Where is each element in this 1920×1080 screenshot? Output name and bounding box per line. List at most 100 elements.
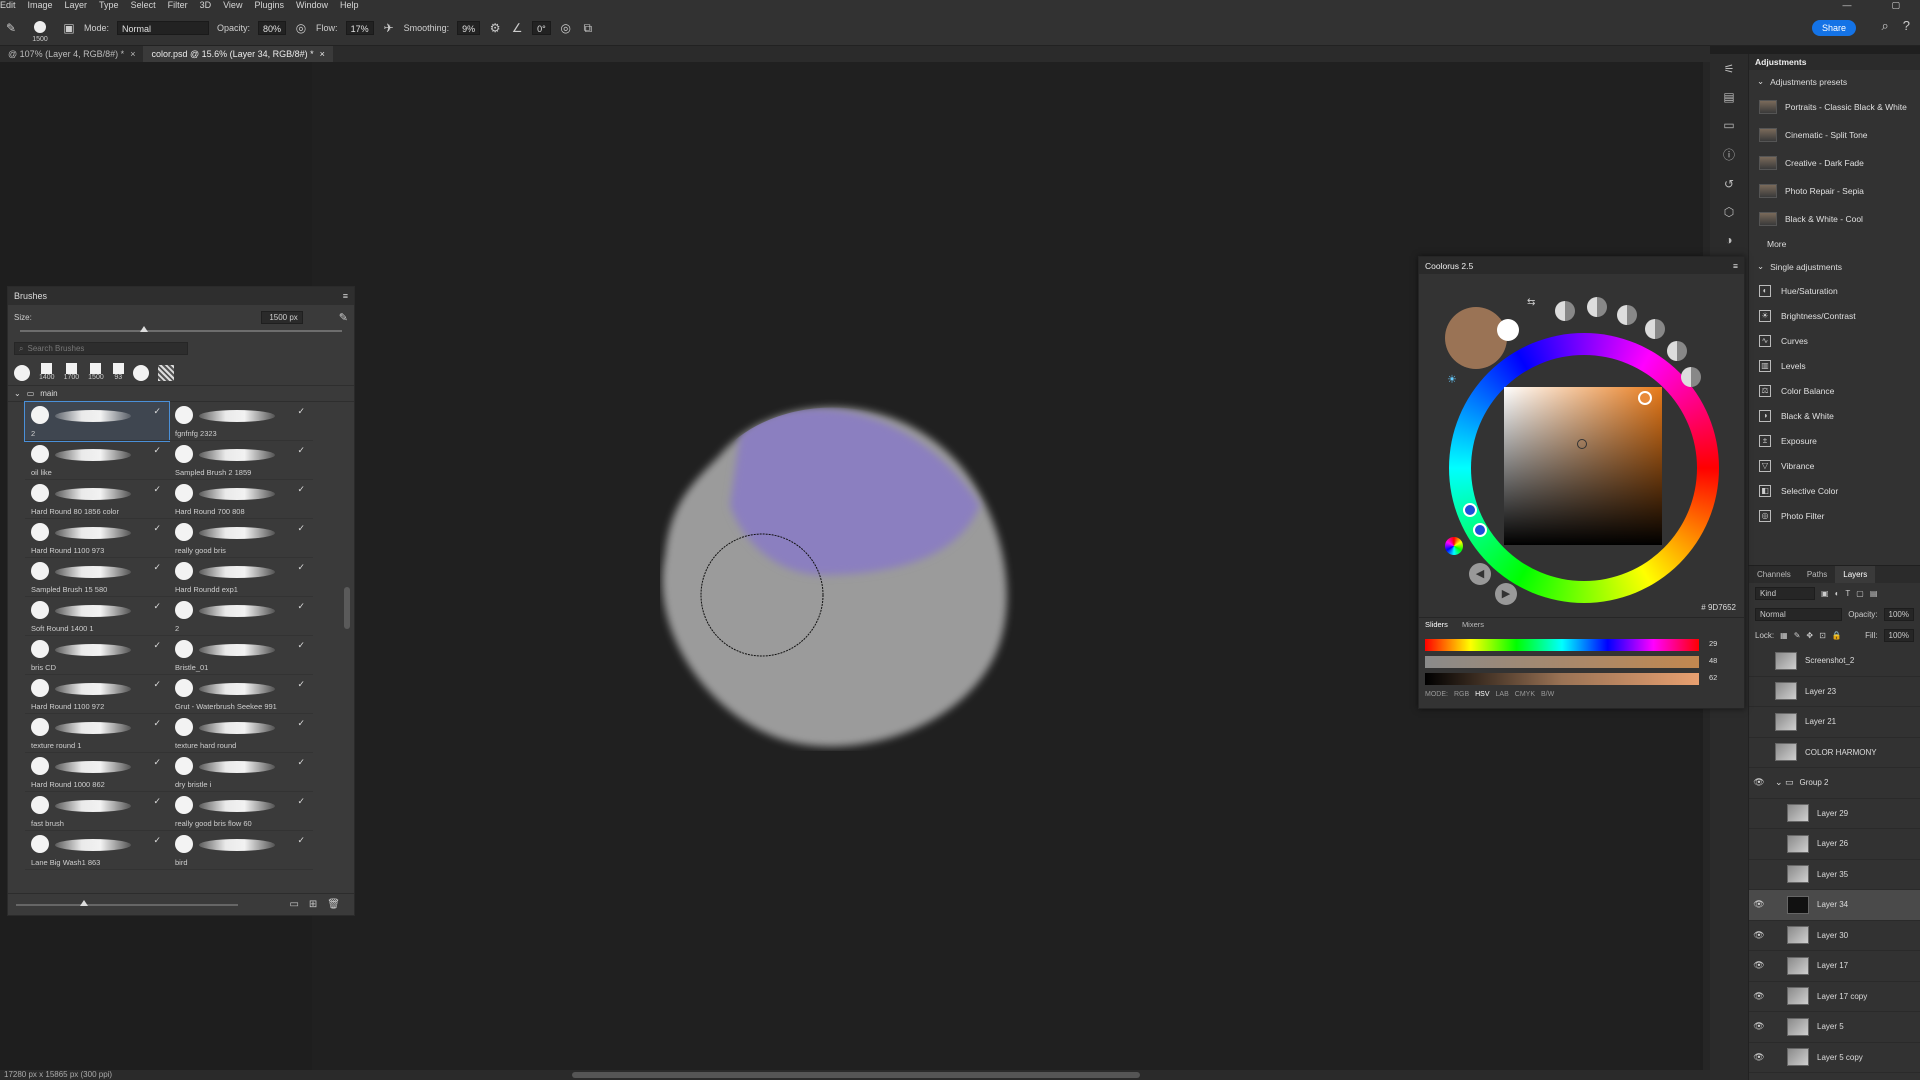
close-icon[interactable]: × (320, 49, 325, 59)
saturation-brightness-square[interactable] (1504, 387, 1662, 545)
panel-menu-icon[interactable]: ≡ (1733, 261, 1738, 271)
single-adjustment[interactable]: ∿ Curves (1749, 328, 1920, 353)
gamut-icon[interactable] (1445, 537, 1463, 555)
document-tab[interactable]: @ 107% (Layer 4, RGB/8#) * × (0, 46, 143, 62)
brush-preset-picker[interactable]: 1500 (26, 20, 54, 43)
single-adjustment[interactable]: ▥ Levels (1749, 353, 1920, 378)
search-icon[interactable]: ⌕ (1881, 18, 1888, 34)
menu-item[interactable]: View (223, 0, 242, 10)
sun-icon[interactable]: ☀ (1447, 373, 1457, 386)
share-button[interactable]: Share (1811, 20, 1856, 36)
tab-layers[interactable]: Layers (1835, 566, 1876, 583)
saturation-value[interactable]: 48 (1709, 656, 1717, 665)
single-adjustment[interactable]: ± Exposure (1749, 428, 1920, 453)
brush-item[interactable]: really good bris flow 60 ✓ (169, 792, 313, 831)
flow-field[interactable]: 17% (345, 20, 374, 35)
brush-item[interactable]: Lane Big Wash1 863 ✓ (25, 831, 169, 870)
menu-item[interactable]: Image (28, 0, 53, 10)
brush-edit-icon[interactable]: ✓ (153, 484, 161, 495)
brush-item[interactable]: Hard Round 1100 973 ✓ (25, 519, 169, 558)
new-folder-icon[interactable]: ▭ (289, 899, 298, 910)
brush-search-input[interactable]: ⌕ Search Brushes (14, 342, 188, 355)
wheel-mode-icon[interactable] (1587, 297, 1607, 317)
brush-settings-icon[interactable]: ▣ (62, 21, 76, 35)
lock-artboard-icon[interactable]: ⊡ (1819, 631, 1826, 640)
brush-item[interactable]: bris CD ✓ (25, 636, 169, 675)
brush-edit-icon[interactable]: ✓ (297, 718, 305, 729)
filter-pixel-icon[interactable]: ▣ (1821, 589, 1829, 598)
layer-row[interactable]: Layer 26 (1749, 829, 1920, 860)
brush-edit-icon[interactable]: ✓ (297, 484, 305, 495)
gear-icon[interactable]: ⚙ (488, 21, 502, 35)
recent-brush[interactable]: 1400 (39, 363, 55, 381)
filter-type-icon[interactable]: T (1845, 589, 1850, 598)
brush-item[interactable]: 2 ✓ (169, 597, 313, 636)
brightness-value[interactable]: 62 (1709, 673, 1717, 682)
swap-colors-icon[interactable]: ⇆ (1527, 297, 1535, 308)
brush-edit-icon[interactable]: ✎ (339, 311, 348, 324)
color-icon[interactable]: ◑ (1725, 233, 1732, 247)
mode-option[interactable]: LAB (1496, 691, 1509, 698)
brush-edit-icon[interactable]: ✓ (153, 757, 161, 768)
info-icon[interactable]: ⓘ (1723, 146, 1735, 163)
single-adjustment[interactable]: ◑ Black & White (1749, 403, 1920, 428)
wheel-mode-icon[interactable] (1681, 367, 1701, 387)
lock-transparent-icon[interactable]: ▦ (1780, 631, 1788, 640)
layer-row[interactable]: 👁 Layer 17 (1749, 951, 1920, 982)
menu-item[interactable]: 3D (200, 0, 212, 10)
brush-item[interactable]: Sampled Brush 15 580 ✓ (25, 558, 169, 597)
brush-item[interactable]: Soft Round 1400 1 ✓ (25, 597, 169, 636)
brush-edit-icon[interactable]: ✓ (297, 601, 305, 612)
angle-field[interactable]: 0° (532, 20, 551, 35)
brush-item[interactable]: texture round 1 ✓ (25, 714, 169, 753)
recent-brush[interactable] (132, 365, 149, 381)
recent-brush[interactable] (157, 365, 174, 381)
brush-edit-icon[interactable]: ✓ (153, 406, 161, 417)
brush-edit-icon[interactable]: ✓ (153, 445, 161, 456)
brush-edit-icon[interactable]: ✓ (153, 679, 161, 690)
adjustment-preset[interactable]: Black & White - Cool (1749, 205, 1920, 233)
layer-row[interactable]: 👁 Layer 5 copy (1749, 1043, 1920, 1073)
brush-list-scrollbar[interactable] (344, 587, 350, 629)
current-color-swatch[interactable] (1445, 307, 1507, 369)
eye-icon[interactable]: 👁 (1749, 991, 1769, 1002)
hue-marker[interactable] (1638, 391, 1652, 405)
adjustment-preset[interactable]: Photo Repair - Sepia (1749, 177, 1920, 205)
layer-row[interactable]: 👁 ⌄ ▭ Group 2 (1749, 768, 1920, 799)
wheel-mode-icon[interactable] (1555, 301, 1575, 321)
single-adjustment[interactable]: ⚖ Color Balance (1749, 378, 1920, 403)
brush-settings-panel-icon[interactable]: ⚟ (1724, 62, 1735, 76)
brush-edit-icon[interactable]: ✓ (153, 640, 161, 651)
pressure-size-icon[interactable]: ◎ (559, 21, 573, 35)
brush-item[interactable]: oil like ✓ (25, 441, 169, 480)
layer-row[interactable]: Layer 23 (1749, 677, 1920, 707)
chevron-down-icon[interactable]: ⌄ (14, 389, 21, 398)
brush-item[interactable]: Hard Round 700 808 ✓ (169, 480, 313, 519)
horizontal-scrollbar[interactable] (572, 1072, 1140, 1078)
layer-row[interactable]: 👁 Layer 5 (1749, 1012, 1920, 1043)
mode-option[interactable]: B/W (1541, 691, 1554, 698)
single-adjustment[interactable]: ☀ Brightness/Contrast (1749, 303, 1920, 328)
tab-paths[interactable]: Paths (1799, 566, 1835, 583)
single-adjustment[interactable]: ◐ Hue/Saturation (1749, 278, 1920, 303)
triangle-mode-icon[interactable]: ◀ (1469, 563, 1491, 585)
tab-sliders[interactable]: Sliders (1425, 620, 1448, 629)
recent-brush[interactable] (14, 365, 30, 381)
brush-edit-icon[interactable]: ✓ (297, 406, 305, 417)
eye-icon[interactable]: 👁 (1749, 960, 1769, 971)
mode-option[interactable]: CMYK (1515, 691, 1535, 698)
hue-value[interactable]: 29 (1709, 639, 1717, 648)
brush-item[interactable]: dry bristle i ✓ (169, 753, 313, 792)
brush-edit-icon[interactable]: ✓ (153, 601, 161, 612)
menu-item[interactable]: Help (340, 0, 359, 10)
brush-item[interactable]: Hard Round 1100 972 ✓ (25, 675, 169, 714)
lock-all-icon[interactable]: 🔒 (1832, 631, 1842, 640)
menu-item[interactable]: Layer (65, 0, 88, 10)
brush-item[interactable]: Hard Round 80 1856 color ✓ (25, 480, 169, 519)
close-icon[interactable]: × (130, 49, 135, 59)
mode-select[interactable]: Normal (117, 20, 210, 35)
brush-item[interactable]: Grut - Waterbrush Seekee 991 ✓ (169, 675, 313, 714)
layer-row[interactable]: 👁 Layer 30 (1749, 921, 1920, 951)
blend-mode-select[interactable]: Normal (1755, 608, 1843, 621)
brush-edit-icon[interactable]: ✓ (297, 640, 305, 651)
